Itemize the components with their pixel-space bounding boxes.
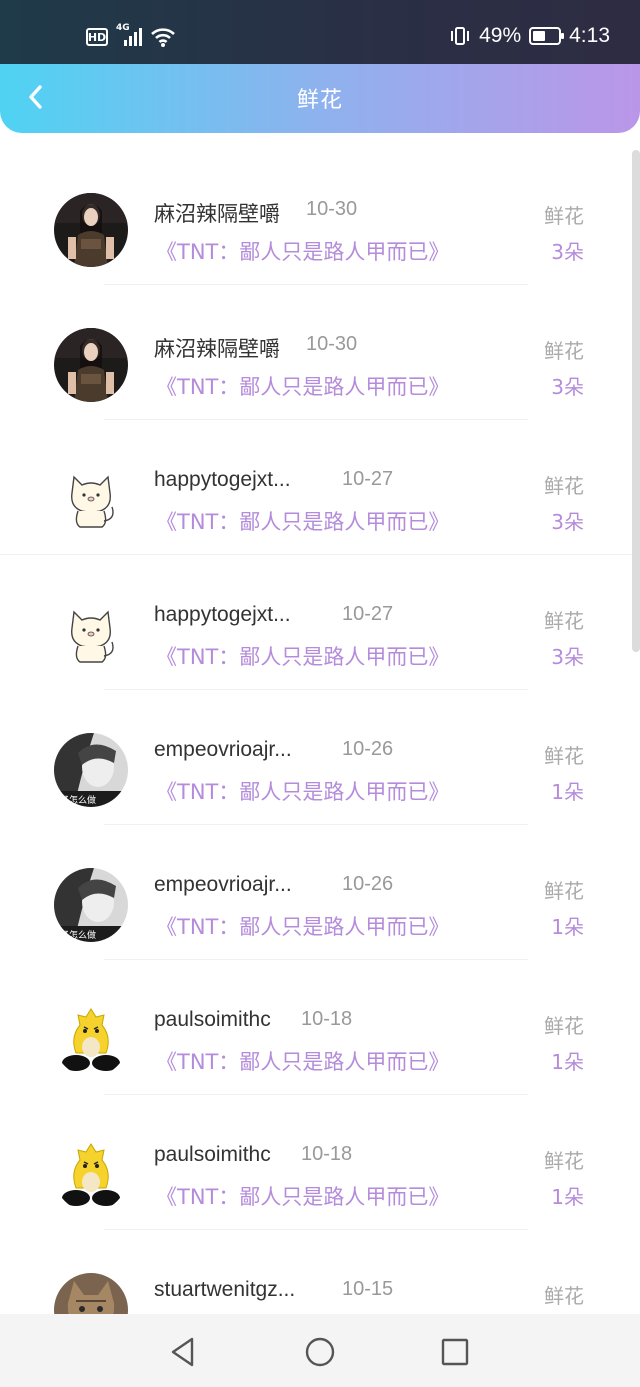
avatar[interactable] xyxy=(54,463,128,537)
date: 10-30 xyxy=(306,333,358,355)
username: happytogejxt... xyxy=(154,468,291,491)
list-item[interactable]: stuartwenitgz... 10-15 鲜花 xyxy=(0,1230,640,1314)
status-bar: HD 4G 49% 4:13 xyxy=(0,0,640,64)
gift-type-label: 鲜花 xyxy=(544,879,584,903)
system-nav-bar xyxy=(0,1314,640,1387)
gift-type-label: 鲜花 xyxy=(544,204,584,228)
list-item[interactable]: 了怎么做 empeovrioajr... 10-26 《TNT：鄙人只是路人甲而… xyxy=(0,825,640,960)
bw-girl-avatar-icon: 了怎么做 xyxy=(54,733,128,807)
girl-avatar-icon xyxy=(54,193,128,267)
date: 10-15 xyxy=(342,1278,394,1300)
gift-type-label: 鲜花 xyxy=(544,1014,584,1038)
list-item[interactable]: 麻沼辣隔壁嚼 10-30 《TNT：鄙人只是路人甲而已》 鲜花 3朵 xyxy=(0,285,640,420)
gift-count: 3朵 xyxy=(551,240,584,264)
list-item[interactable]: paulsoimithc 10-18 《TNT：鄙人只是路人甲而已》 鲜花 1朵 xyxy=(0,960,640,1095)
book-title[interactable]: 《TNT：鄙人只是路人甲而已》 xyxy=(156,506,449,536)
gift-count: 1朵 xyxy=(551,1185,584,1209)
gift-type-label: 鲜花 xyxy=(544,1284,584,1308)
wifi-icon xyxy=(151,28,175,47)
yellow-bird-avatar-icon xyxy=(54,1138,128,1212)
gift-type-label: 鲜花 xyxy=(544,1149,584,1173)
date: 10-30 xyxy=(306,198,358,220)
status-right: 49% 4:13 xyxy=(449,24,610,48)
gift-count: 1朵 xyxy=(551,915,584,939)
gift-type-label: 鲜花 xyxy=(544,339,584,363)
avatar[interactable]: 了怎么做 xyxy=(54,868,128,942)
nav-home-button[interactable] xyxy=(300,1332,340,1372)
list-item[interactable]: happytogejxt... 10-27 《TNT：鄙人只是路人甲而已》 鲜花… xyxy=(0,555,640,690)
gift-count: 1朵 xyxy=(551,1050,584,1074)
book-title[interactable]: 《TNT：鄙人只是路人甲而已》 xyxy=(156,371,449,401)
home-circle-icon xyxy=(305,1337,335,1367)
username: empeovrioajr... xyxy=(154,873,292,896)
username: paulsoimithc xyxy=(154,1008,271,1031)
book-title[interactable]: 《TNT：鄙人只是路人甲而已》 xyxy=(156,776,449,806)
avatar[interactable] xyxy=(54,1138,128,1212)
bw-girl-avatar-icon: 了怎么做 xyxy=(54,868,128,942)
username: 麻沼辣隔壁嚼 xyxy=(154,338,280,361)
book-title[interactable]: 《TNT：鄙人只是路人甲而已》 xyxy=(156,911,449,941)
svg-text:了怎么做: 了怎么做 xyxy=(60,929,96,941)
back-triangle-icon xyxy=(171,1337,194,1367)
gift-count: 3朵 xyxy=(551,375,584,399)
username: happytogejxt... xyxy=(154,603,291,626)
book-title[interactable]: 《TNT：鄙人只是路人甲而已》 xyxy=(156,641,449,671)
app-header: 鲜花 xyxy=(0,64,640,133)
username: 麻沼辣隔壁嚼 xyxy=(154,203,280,226)
book-title[interactable]: 《TNT：鄙人只是路人甲而已》 xyxy=(156,1181,449,1211)
date: 10-27 xyxy=(342,468,394,490)
avatar[interactable] xyxy=(54,193,128,267)
username: paulsoimithc xyxy=(154,1143,271,1166)
gift-type-label: 鲜花 xyxy=(544,744,584,768)
avatar[interactable] xyxy=(54,1273,128,1314)
recents-square-icon xyxy=(441,1338,469,1366)
date: 10-18 xyxy=(301,1008,353,1030)
cat-avatar-icon xyxy=(54,598,128,672)
list-item[interactable]: paulsoimithc 10-18 《TNT：鄙人只是路人甲而已》 鲜花 1朵 xyxy=(0,1095,640,1230)
gift-count: 3朵 xyxy=(551,645,584,669)
username: empeovrioajr... xyxy=(154,738,292,761)
battery-icon xyxy=(529,27,565,45)
yellow-bird-avatar-icon xyxy=(54,1003,128,1077)
kitten-avatar-icon xyxy=(54,1273,128,1314)
hd-badge: HD xyxy=(86,28,108,46)
flower-record-list[interactable]: 麻沼辣隔壁嚼 10-30 《TNT：鄙人只是路人甲而已》 鲜花 3朵 麻沼辣隔壁… xyxy=(0,150,640,1314)
status-left: HD 4G xyxy=(86,23,176,48)
page-title: 鲜花 xyxy=(296,88,343,113)
scrollbar[interactable] xyxy=(632,150,640,652)
gift-count: 1朵 xyxy=(551,780,584,804)
list-item[interactable]: happytogejxt... 10-27 《TNT：鄙人只是路人甲而已》 鲜花… xyxy=(0,420,640,555)
date: 10-18 xyxy=(301,1143,353,1165)
avatar[interactable]: 了怎么做 xyxy=(54,733,128,807)
list-item[interactable]: 了怎么做 empeovrioajr... 10-26 《TNT：鄙人只是路人甲而… xyxy=(0,690,640,825)
date: 10-27 xyxy=(342,603,394,625)
nav-back-button[interactable] xyxy=(163,1332,203,1372)
gift-type-label: 鲜花 xyxy=(544,474,584,498)
list-item[interactable]: 麻沼辣隔壁嚼 10-30 《TNT：鄙人只是路人甲而已》 鲜花 3朵 xyxy=(0,150,640,285)
gift-type-label: 鲜花 xyxy=(544,609,584,633)
vibrate-icon xyxy=(451,27,470,45)
nav-recents-button[interactable] xyxy=(435,1332,475,1372)
username: stuartwenitgz... xyxy=(154,1278,296,1301)
svg-text:了怎么做: 了怎么做 xyxy=(60,794,96,806)
gift-count: 3朵 xyxy=(551,510,584,534)
battery-percent: 49% xyxy=(479,24,522,47)
signal-icon: 4G xyxy=(116,23,142,47)
cat-avatar-icon xyxy=(54,463,128,537)
book-title[interactable]: 《TNT：鄙人只是路人甲而已》 xyxy=(156,236,449,266)
date: 10-26 xyxy=(342,738,394,760)
avatar[interactable] xyxy=(54,598,128,672)
battery-fill xyxy=(533,31,546,41)
avatar[interactable] xyxy=(54,1003,128,1077)
girl-avatar-icon xyxy=(54,328,128,402)
avatar[interactable] xyxy=(54,328,128,402)
date: 10-26 xyxy=(342,873,394,895)
book-title[interactable]: 《TNT：鄙人只是路人甲而已》 xyxy=(156,1046,449,1076)
clock: 4:13 xyxy=(569,24,610,47)
